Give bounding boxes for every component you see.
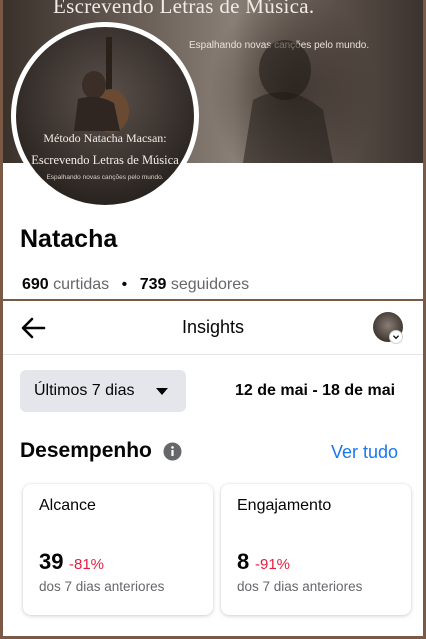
metric-comparison: dos 7 dias anteriores	[39, 579, 165, 594]
metric-comparison: dos 7 dias anteriores	[237, 579, 363, 594]
stats-separator: •	[121, 276, 128, 293]
metric-value: 8	[237, 549, 250, 574]
metric-value: 39	[39, 549, 64, 574]
metric-label: Engajamento	[237, 497, 332, 514]
page-stats: 690 curtidas • 739 seguidores	[22, 276, 249, 294]
followers-count: 739	[139, 276, 167, 293]
metric-card-engagement[interactable]: Engajamento 8 -91% dos 7 dias anteriores	[221, 484, 411, 615]
see-all-link[interactable]: Ver tudo	[331, 442, 398, 463]
metric-label: Alcance	[39, 497, 96, 514]
section-title-performance: Desempenho	[20, 439, 152, 462]
date-range: 12 de mai - 18 de mai	[235, 382, 396, 399]
likes-label: curtidas	[53, 276, 110, 293]
avatar-caption-line2: Escrevendo Letras de Música	[31, 153, 179, 167]
metric-card-reach[interactable]: Alcance 39 -81% dos 7 dias anteriores	[23, 484, 213, 615]
likes-count: 690	[22, 276, 49, 293]
avatar-caption-line1: Método Natacha Macsan:	[43, 131, 167, 145]
chevron-down-icon[interactable]	[389, 330, 403, 344]
profile-avatar-image: Método Natacha Macsan: Escrevendo Letras…	[16, 27, 194, 205]
profile-avatar[interactable]: Método Natacha Macsan: Escrevendo Letras…	[11, 22, 199, 210]
insights-header: Insights	[3, 301, 423, 355]
caret-down-icon	[156, 388, 168, 395]
followers-label: seguidores	[170, 276, 250, 293]
date-filter-dropdown[interactable]: Últimos 7 dias	[20, 370, 186, 412]
page-name: Natacha	[20, 225, 118, 253]
info-icon[interactable]	[163, 442, 182, 461]
app-frame: Escrevendo Letras de Música. Espalhando …	[3, 0, 423, 636]
metric-change: -81%	[69, 556, 105, 573]
page-title: Insights	[181, 317, 245, 337]
metric-change: -91%	[255, 556, 291, 573]
avatar-caption-line3: Espalhando novas canções pelo mundo.	[46, 174, 164, 181]
date-filter-label: Últimos 7 dias	[34, 382, 135, 399]
